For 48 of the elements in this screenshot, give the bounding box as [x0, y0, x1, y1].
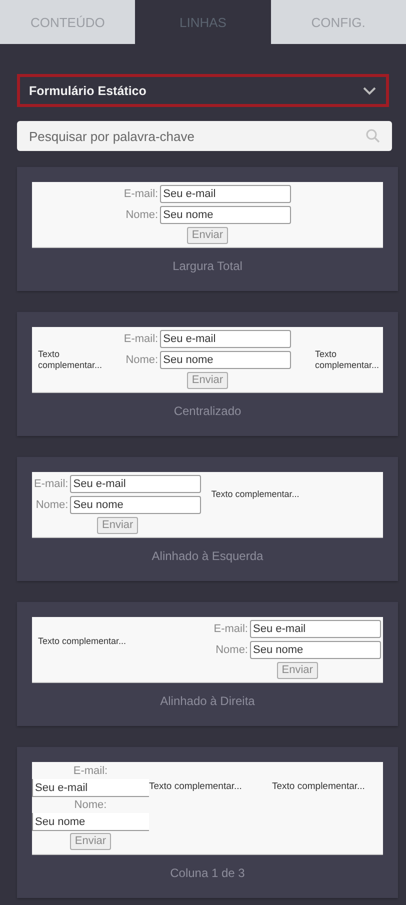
field-label: Nome:: [124, 354, 158, 366]
field-label: E-mail:: [124, 333, 158, 345]
name-field[interactable]: Seu nome: [250, 641, 381, 659]
field-label: E-mail:: [72, 765, 109, 777]
dropdown-value: Formulário Estático: [29, 84, 146, 98]
template-caption: Centralizado: [172, 403, 242, 420]
template-dropdown[interactable]: Formulário Estático: [17, 74, 389, 107]
email-field[interactable]: Seu e-mail: [70, 475, 202, 493]
email-field[interactable]: Seu e-mail: [160, 330, 292, 348]
field-label: Nome:: [34, 499, 68, 511]
field-label: E-mail:: [214, 623, 248, 635]
template-caption: Largura Total: [172, 258, 244, 275]
name-field[interactable]: Seu nome: [70, 496, 202, 514]
side-text: Texto complementar...: [37, 635, 128, 647]
name-field[interactable]: Seu nome: [160, 206, 292, 224]
submit-button[interactable]: Enviar: [186, 227, 228, 244]
side-text: Texto complementar...: [149, 780, 243, 792]
field-label: E-mail:: [34, 478, 68, 490]
name-field[interactable]: Seu nome: [32, 813, 149, 831]
submit-button[interactable]: Enviar: [186, 372, 228, 389]
template-card[interactable]: Texto complementar... E-mail: Seu e-mail Nome: Seu nome Enviar Alinhado à Direita: [17, 602, 398, 726]
field-label: Nome:: [214, 644, 248, 656]
side-text: Texto complementar...: [37, 348, 104, 370]
template-caption: Coluna 1 de 3: [169, 865, 246, 882]
field-label: E-mail:: [124, 188, 158, 200]
submit-button[interactable]: Enviar: [276, 662, 318, 679]
name-field[interactable]: Seu nome: [160, 351, 292, 369]
email-field[interactable]: Seu e-mail: [250, 620, 381, 638]
template-card[interactable]: E-mail: Seu e-mail Nome: Seu nome Enviar Texto complementar... Alinhado à Esquerda: [17, 457, 398, 581]
tab[interactable]: CONFIG.: [270, 0, 406, 44]
template-card[interactable]: E-mail: Seu e-mail Nome: Seu nome Enviar Texto complementar... Texto complementar... Coluna 1 de 3: [17, 747, 398, 898]
side-text: Texto complementar...: [271, 780, 366, 792]
search-field[interactable]: Pesquisar por palavra-chave: [17, 121, 392, 151]
field-label: Nome:: [124, 209, 158, 221]
submit-button[interactable]: Enviar: [70, 833, 112, 850]
field-label: Nome:: [73, 799, 108, 811]
side-text: Texto complementar...: [211, 488, 300, 500]
template-caption: Alinhado à Direita: [159, 693, 256, 710]
submit-button[interactable]: Enviar: [97, 517, 138, 534]
search-icon: [366, 129, 380, 143]
template-caption: Alinhado à Esquerda: [150, 548, 264, 565]
email-field[interactable]: Seu e-mail: [32, 779, 149, 797]
template-card[interactable]: E-mail: Seu e-mail Nome: Seu nome Enviar Largura Total: [17, 167, 398, 291]
tab[interactable]: CONTEÚDO: [0, 0, 136, 44]
template-card[interactable]: Texto complementar... E-mail: Seu e-mail Nome: Seu nome Enviar Texto complementar... Centralizado: [17, 312, 398, 436]
email-field[interactable]: Seu e-mail: [160, 185, 292, 203]
side-text: Texto complementar...: [314, 348, 380, 370]
chevron-down-icon: [363, 86, 376, 94]
